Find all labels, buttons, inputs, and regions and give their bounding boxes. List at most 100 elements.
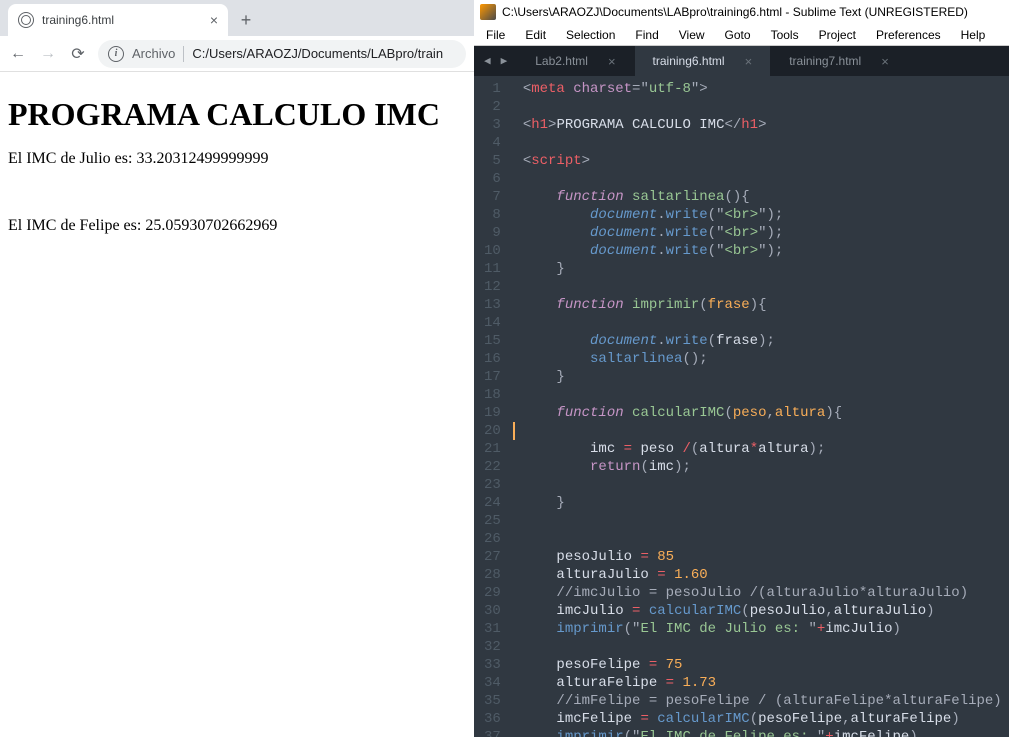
menu-item-edit[interactable]: Edit [515, 28, 556, 42]
code-line[interactable]: imc = peso /(altura*altura); [523, 440, 1009, 458]
line-number: 26 [484, 530, 501, 548]
close-icon[interactable]: × [745, 54, 753, 69]
menu-item-help[interactable]: Help [951, 28, 996, 42]
info-icon[interactable]: i [108, 46, 124, 62]
editor-tab[interactable]: training7.html× [771, 46, 908, 76]
menu-item-view[interactable]: View [669, 28, 715, 42]
code-line[interactable]: document.write("<br>"); [523, 224, 1009, 242]
line-number: 23 [484, 476, 501, 494]
line-number: 15 [484, 332, 501, 350]
line-number: 3 [484, 116, 501, 134]
line-number: 12 [484, 278, 501, 296]
editor-tab[interactable]: Lab2.html × [517, 46, 634, 76]
editor-area[interactable]: 1234567891011121314151617181920212223242… [474, 76, 1009, 737]
code-line[interactable]: pesoFelipe = 75 [523, 656, 1009, 674]
line-number: 11 [484, 260, 501, 278]
close-icon[interactable]: × [210, 12, 218, 28]
line-number: 35 [484, 692, 501, 710]
code-line[interactable]: } [523, 260, 1009, 278]
code-line[interactable] [523, 638, 1009, 656]
code-line[interactable]: document.write("<br>"); [523, 206, 1009, 224]
menu-item-tools[interactable]: Tools [761, 28, 809, 42]
code-line[interactable] [523, 170, 1009, 188]
code-line[interactable]: imprimir("El IMC de Felipe es: "+imcFeli… [523, 728, 1009, 737]
code-line[interactable]: return(imc); [523, 458, 1009, 476]
code-line[interactable]: <script> [523, 152, 1009, 170]
code-line[interactable]: function calcularIMC(peso,altura){ [523, 404, 1009, 422]
address-scheme: Archivo [132, 46, 175, 61]
line-number: 18 [484, 386, 501, 404]
code-line[interactable] [523, 386, 1009, 404]
code-line[interactable]: } [523, 368, 1009, 386]
line-number: 37 [484, 728, 501, 737]
code-line[interactable]: pesoJulio = 85 [523, 548, 1009, 566]
code-line[interactable]: function imprimir(frase){ [523, 296, 1009, 314]
code-line[interactable] [523, 530, 1009, 548]
sublime-window: C:\Users\ARAOZJ\Documents\LABpro\trainin… [474, 0, 1009, 737]
close-icon[interactable]: × [881, 54, 889, 69]
code-line[interactable]: <h1>PROGRAMA CALCULO IMC</h1> [523, 116, 1009, 134]
tab-prev-icon[interactable]: ◀ [484, 54, 491, 68]
line-number: 13 [484, 296, 501, 314]
code-line[interactable] [523, 134, 1009, 152]
code-line[interactable]: //imcJulio = pesoJulio /(alturaJulio*alt… [523, 584, 1009, 602]
menu-item-find[interactable]: Find [625, 28, 668, 42]
line-number: 6 [484, 170, 501, 188]
code-line[interactable]: saltarlinea(); [523, 350, 1009, 368]
line-number: 1 [484, 80, 501, 98]
line-number: 2 [484, 98, 501, 116]
tab-title: training6.html [42, 13, 114, 27]
code-line[interactable] [523, 314, 1009, 332]
sublime-title: C:\Users\ARAOZJ\Documents\LABpro\trainin… [502, 5, 968, 19]
line-number: 21 [484, 440, 501, 458]
line-number: 25 [484, 512, 501, 530]
code-line[interactable] [523, 278, 1009, 296]
line-number: 8 [484, 206, 501, 224]
menu-item-file[interactable]: File [476, 28, 515, 42]
line-number: 5 [484, 152, 501, 170]
editor-tab[interactable]: training6.html× [635, 46, 772, 76]
code-line[interactable] [523, 476, 1009, 494]
line-number: 32 [484, 638, 501, 656]
code-line[interactable]: imprimir("El IMC de Julio es: "+imcJulio… [523, 620, 1009, 638]
line-number: 28 [484, 566, 501, 584]
cursor-marker [513, 422, 515, 440]
address-bar[interactable]: i Archivo C:/Users/ARAOZJ/Documents/LABp… [98, 40, 466, 68]
code-line[interactable]: imcJulio = calcularIMC(pesoJulio,alturaJ… [523, 602, 1009, 620]
code-line[interactable]: document.write(frase); [523, 332, 1009, 350]
menu-item-selection[interactable]: Selection [556, 28, 625, 42]
reload-icon[interactable]: ⟳ [68, 44, 88, 64]
line-number: 24 [484, 494, 501, 512]
back-icon[interactable]: ← [8, 45, 28, 63]
code-line[interactable]: <meta charset="utf-8"> [523, 80, 1009, 98]
code-line[interactable] [523, 422, 1009, 440]
code-line[interactable]: function saltarlinea(){ [523, 188, 1009, 206]
tab-next-icon[interactable]: ▶ [501, 54, 508, 68]
code-line[interactable]: alturaJulio = 1.60 [523, 566, 1009, 584]
menu-item-preferences[interactable]: Preferences [866, 28, 951, 42]
globe-icon [18, 12, 34, 28]
line-number: 16 [484, 350, 501, 368]
code-area[interactable]: <meta charset="utf-8"> <h1>PROGRAMA CALCU… [515, 76, 1009, 737]
page-heading: PROGRAMA CALCULO IMC [8, 96, 466, 133]
code-line[interactable]: //imFelipe = pesoFelipe / (alturaFelipe*… [523, 692, 1009, 710]
line-number: 14 [484, 314, 501, 332]
forward-icon[interactable]: → [38, 45, 58, 63]
chrome-tab[interactable]: training6.html × [8, 4, 228, 36]
code-line[interactable]: } [523, 494, 1009, 512]
menu-item-goto[interactable]: Goto [715, 28, 761, 42]
tab-nav: ◀ ▶ [474, 46, 517, 76]
close-icon[interactable]: × [608, 54, 616, 69]
code-line[interactable] [523, 98, 1009, 116]
tab-label: Lab2.html [535, 54, 588, 68]
code-line[interactable]: imcFelipe = calcularIMC(pesoFelipe,altur… [523, 710, 1009, 728]
page-text-line: El IMC de Julio es: 33.20312499999999 [8, 149, 466, 168]
new-tab-button[interactable]: + [232, 6, 260, 34]
sublime-menubar: FileEditSelectionFindViewGotoToolsProjec… [474, 24, 1009, 46]
code-line[interactable]: document.write("<br>"); [523, 242, 1009, 260]
line-number: 36 [484, 710, 501, 728]
code-line[interactable]: alturaFelipe = 1.73 [523, 674, 1009, 692]
menu-item-project[interactable]: Project [809, 28, 866, 42]
sublime-tabbar: ◀ ▶ Lab2.html×training6.html×training7.h… [474, 46, 1009, 76]
code-line[interactable] [523, 512, 1009, 530]
